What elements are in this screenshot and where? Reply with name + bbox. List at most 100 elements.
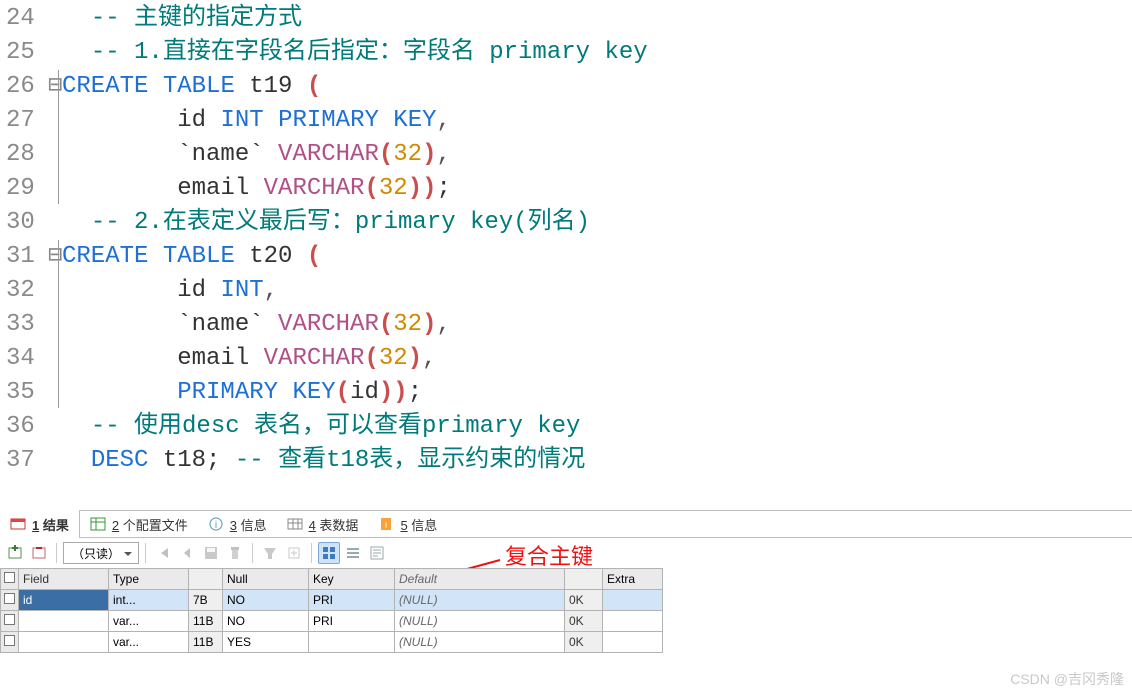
fold-guide	[58, 70, 59, 204]
cell[interactable]: PRI	[309, 590, 395, 611]
col-header[interactable]: Default	[395, 569, 565, 590]
code-text: DESC t18; -- 查看t18表，显示约束的情况	[62, 444, 585, 478]
row-check[interactable]	[1, 590, 19, 611]
filter-button[interactable]	[259, 542, 281, 564]
cell[interactable]: int...	[109, 590, 189, 611]
line-number: 37	[0, 444, 48, 478]
cell[interactable]: 11B	[189, 611, 223, 632]
cell[interactable]: (NULL)	[395, 632, 565, 653]
code-line[interactable]: 34 email VARCHAR(32),	[0, 342, 1132, 376]
tab-label: 3 信息	[230, 515, 267, 534]
tab-3[interactable]: i 3 信息	[198, 510, 277, 538]
cell[interactable]: 11B	[189, 632, 223, 653]
fold-gutter	[48, 172, 62, 206]
grid-red-icon	[10, 516, 26, 532]
result-table[interactable]: FieldTypeNullKeyDefaultExtraidint...7BNO…	[0, 568, 663, 653]
export-button[interactable]	[283, 542, 305, 564]
code-text: -- 2.在表定义最后写：primary key(列名)	[62, 206, 590, 240]
cell[interactable]: (NULL)	[395, 590, 565, 611]
cell[interactable]: 0K	[565, 611, 603, 632]
col-header[interactable]	[189, 569, 223, 590]
code-line[interactable]: 27 id INT PRIMARY KEY,	[0, 104, 1132, 138]
tab-1[interactable]: 1 结果	[0, 510, 80, 538]
code-line[interactable]: 35 PRIMARY KEY(id));	[0, 376, 1132, 410]
cell[interactable]	[309, 632, 395, 653]
code-text: email VARCHAR(32));	[62, 172, 451, 206]
line-number: 31	[0, 240, 48, 274]
cell[interactable]: YES	[223, 632, 309, 653]
col-header[interactable]: Extra	[603, 569, 663, 590]
nav-first-button[interactable]	[152, 542, 174, 564]
col-header[interactable]: Null	[223, 569, 309, 590]
readonly-select[interactable]: （只读）	[63, 542, 139, 564]
line-number: 26	[0, 70, 48, 104]
watermark: CSDN @吉冈秀隆	[1010, 669, 1124, 689]
code-line[interactable]: 33 `name` VARCHAR(32),	[0, 308, 1132, 342]
cell[interactable]: PRI	[309, 611, 395, 632]
cell[interactable]: 0K	[565, 590, 603, 611]
row-check[interactable]	[1, 632, 19, 653]
tab-5[interactable]: i 5 信息	[368, 510, 447, 538]
code-line[interactable]: 28 `name` VARCHAR(32),	[0, 138, 1132, 172]
cell[interactable]: NO	[223, 590, 309, 611]
table-header-row: FieldType NullKeyDefault Extra	[1, 569, 663, 590]
check-all[interactable]	[1, 569, 19, 590]
cell[interactable]: email	[19, 632, 109, 653]
table-row[interactable]: namevar...11BNOPRI(NULL)0K	[1, 611, 663, 632]
table-row[interactable]: idint...7BNOPRI(NULL)0K	[1, 590, 663, 611]
separator	[56, 543, 57, 563]
code-text: -- 主键的指定方式	[62, 2, 302, 36]
line-number: 33	[0, 308, 48, 342]
cell[interactable]: 7B	[189, 590, 223, 611]
fold-gutter	[48, 342, 62, 376]
col-header[interactable]	[565, 569, 603, 590]
row-check[interactable]	[1, 611, 19, 632]
tab-2[interactable]: 2 个配置文件	[80, 510, 198, 538]
code-line[interactable]: 32 id INT,	[0, 274, 1132, 308]
tab-label: 4 表数据	[309, 515, 359, 534]
cell[interactable]: var...	[109, 611, 189, 632]
svg-text:i: i	[215, 520, 217, 531]
delete-row-button[interactable]	[28, 542, 50, 564]
code-text: id INT,	[62, 274, 278, 308]
cell[interactable]: NO	[223, 611, 309, 632]
nav-prev-button[interactable]	[176, 542, 198, 564]
cell[interactable]	[603, 632, 663, 653]
cell[interactable]: (NULL)	[395, 611, 565, 632]
cell[interactable]	[603, 611, 663, 632]
code-text: CREATE TABLE t19 (	[62, 70, 321, 104]
add-row-button[interactable]	[4, 542, 26, 564]
cancel-button[interactable]	[224, 542, 246, 564]
fold-gutter	[48, 308, 62, 342]
sql-editor[interactable]: 24 -- 主键的指定方式25 -- 1.直接在字段名后指定：字段名 prima…	[0, 0, 1132, 478]
col-header[interactable]: Type	[109, 569, 189, 590]
code-line[interactable]: 26⊟CREATE TABLE t19 (	[0, 70, 1132, 104]
tab-4[interactable]: 4 表数据	[277, 510, 369, 538]
cell[interactable]	[603, 590, 663, 611]
col-header[interactable]: Key	[309, 569, 395, 590]
code-line[interactable]: 29 email VARCHAR(32));	[0, 172, 1132, 206]
tab-label: 5 信息	[400, 515, 437, 534]
code-line[interactable]: 30 -- 2.在表定义最后写：primary key(列名)	[0, 206, 1132, 240]
result-tabs: 1 结果 2 个配置文件 i 3 信息 4 表数据 i 5 信息	[0, 510, 1132, 538]
code-line[interactable]: 24 -- 主键的指定方式	[0, 2, 1132, 36]
cell[interactable]: id	[19, 590, 109, 611]
col-header[interactable]: Field	[19, 569, 109, 590]
save-button[interactable]	[200, 542, 222, 564]
fold-gutter	[48, 410, 62, 444]
grid-view-button[interactable]	[318, 542, 340, 564]
cell[interactable]: var...	[109, 632, 189, 653]
fold-gutter[interactable]: ⊟	[48, 70, 62, 104]
info-orange-icon: i	[378, 516, 394, 532]
cell[interactable]: 0K	[565, 632, 603, 653]
fold-gutter[interactable]: ⊟	[48, 240, 62, 274]
tab-label: 1 结果	[32, 515, 69, 534]
table-row[interactable]: emailvar...11BYES (NULL)0K	[1, 632, 663, 653]
code-line[interactable]: 25 -- 1.直接在字段名后指定：字段名 primary key	[0, 36, 1132, 70]
code-line[interactable]: 37 DESC t18; -- 查看t18表，显示约束的情况	[0, 444, 1132, 478]
code-line[interactable]: 31⊟CREATE TABLE t20 (	[0, 240, 1132, 274]
separator	[145, 543, 146, 563]
code-line[interactable]: 36 -- 使用desc 表名，可以查看primary key	[0, 410, 1132, 444]
code-text: PRIMARY KEY(id));	[62, 376, 422, 410]
cell[interactable]: name	[19, 611, 109, 632]
